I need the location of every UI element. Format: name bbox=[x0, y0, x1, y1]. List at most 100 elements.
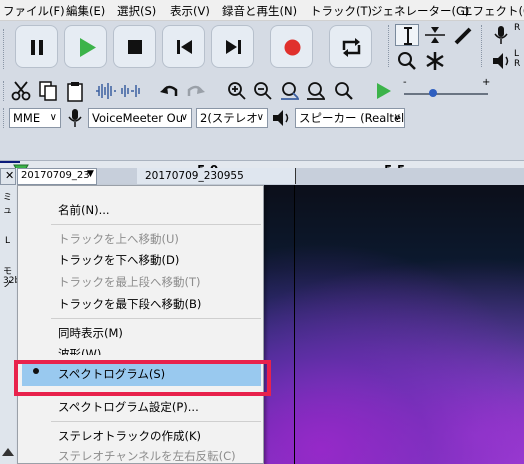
zoom-out-icon bbox=[254, 82, 272, 100]
envelope-icon bbox=[425, 27, 445, 43]
zoom-in-button[interactable] bbox=[226, 80, 248, 102]
menu-item-name[interactable]: 名前(N)... bbox=[58, 202, 110, 218]
meter-label-r: R bbox=[514, 23, 521, 33]
menu-effect[interactable]: エフェクト(C) bbox=[461, 3, 524, 19]
menu-separator bbox=[51, 224, 261, 225]
skip-to-end-button[interactable] bbox=[211, 25, 254, 68]
pan-left-label: L bbox=[5, 236, 11, 246]
track-context-menu: 名前(N)... トラックを上へ移動(U) トラックを下へ移動(D) トラックを… bbox=[17, 185, 264, 464]
play-at-speed-icon bbox=[377, 83, 391, 99]
silence-button[interactable] bbox=[120, 80, 142, 102]
zoom-toggle-button[interactable] bbox=[333, 80, 355, 102]
menu-item-move-up: トラックを上へ移動(U) bbox=[58, 232, 179, 246]
ruler-marker bbox=[0, 161, 20, 163]
record-meter-toggle[interactable] bbox=[490, 24, 512, 46]
trim-button[interactable] bbox=[94, 80, 116, 102]
menu-item-spectrogram-settings[interactable]: スペクトログラム設定(P)... bbox=[58, 399, 199, 415]
edit-grip bbox=[3, 81, 8, 101]
zoom-fit-icon bbox=[307, 82, 325, 100]
menu-item-waveform[interactable]: 波形(W) bbox=[58, 346, 101, 355]
close-track-button[interactable]: ✕ bbox=[0, 168, 16, 185]
copy-button[interactable] bbox=[37, 80, 59, 102]
menu-item-move-bottom[interactable]: トラックを最下段へ移動(B) bbox=[58, 296, 201, 312]
menu-item-move-down[interactable]: トラックを下へ移動(D) bbox=[58, 252, 179, 268]
tools-grip bbox=[388, 25, 393, 67]
menu-item-swap-channels: ステレオチャンネルを左右反転(C) bbox=[58, 449, 236, 463]
zoom-selection-icon bbox=[281, 82, 299, 100]
play-icon bbox=[80, 38, 96, 57]
recording-device-select[interactable]: VoiceMeeter Ou ∨ bbox=[88, 108, 192, 128]
cut-button[interactable] bbox=[10, 80, 32, 102]
menu-generate[interactable]: ジェネレーター(G) bbox=[371, 3, 469, 19]
paste-button[interactable] bbox=[64, 80, 86, 102]
undo-button[interactable] bbox=[158, 80, 180, 102]
menu-gutter bbox=[18, 186, 48, 463]
i-beam-icon bbox=[404, 27, 412, 45]
menu-item-multi-view[interactable]: 同時表示(M) bbox=[58, 325, 123, 341]
zoom-tool[interactable] bbox=[395, 50, 419, 72]
draw-tool[interactable] bbox=[451, 24, 475, 46]
menu-tracks[interactable]: トラック(T) bbox=[310, 3, 372, 19]
close-icon: ✕ bbox=[5, 169, 15, 182]
play-button[interactable] bbox=[64, 25, 107, 68]
track-name-menu-button[interactable]: 20170709_23 ▼ bbox=[17, 168, 97, 185]
trim-audio-icon bbox=[96, 83, 116, 99]
recording-channels-value: 2(ステレオ bbox=[200, 111, 258, 125]
record-button[interactable] bbox=[270, 25, 313, 68]
silence-audio-icon bbox=[121, 85, 140, 97]
zoom-toggle-icon bbox=[335, 82, 353, 100]
selection-tool[interactable] bbox=[395, 24, 419, 46]
play-at-speed-button[interactable] bbox=[372, 80, 394, 102]
loop-button[interactable] bbox=[329, 25, 372, 68]
playback-meter-toggle[interactable] bbox=[490, 50, 512, 72]
menu-select[interactable]: 選択(S) bbox=[117, 3, 156, 19]
pencil-icon bbox=[454, 27, 472, 45]
speaker-device-icon bbox=[270, 107, 292, 129]
playback-speed-slider[interactable]: - + bbox=[400, 77, 492, 104]
stop-icon bbox=[128, 40, 142, 54]
meter-label-r2: R bbox=[514, 59, 521, 69]
collapse-icon[interactable] bbox=[2, 448, 14, 456]
chevron-down-icon: ∨ bbox=[180, 112, 188, 123]
playback-device-select[interactable]: スピーカー (Realtel ∨ bbox=[295, 108, 405, 128]
toolbar-area: R L R - + MME ∨ VoiceMeeter Ou ∨ 2(ステレオ … bbox=[0, 21, 524, 160]
speaker-icon bbox=[273, 110, 289, 126]
pause-button[interactable] bbox=[15, 25, 58, 68]
menu-view[interactable]: 表示(V) bbox=[170, 3, 210, 19]
dropdown-arrow-icon: ▼ bbox=[87, 169, 94, 179]
track-control-panel: ミュ L モノ 32b bbox=[0, 168, 20, 464]
envelope-tool[interactable] bbox=[423, 24, 447, 46]
slider-max-label: + bbox=[482, 77, 491, 88]
recording-device-value: VoiceMeeter Ou bbox=[92, 111, 183, 125]
fit-selection-button[interactable] bbox=[279, 80, 301, 102]
playback-device-value: スピーカー (Realtel bbox=[299, 111, 405, 125]
recording-channels-select[interactable]: 2(ステレオ ∨ bbox=[196, 108, 268, 128]
slider-thumb[interactable] bbox=[429, 89, 438, 97]
cursor-line bbox=[294, 185, 295, 464]
scissors-icon bbox=[11, 81, 31, 101]
microphone-icon bbox=[68, 109, 82, 127]
audio-host-select[interactable]: MME ∨ bbox=[9, 108, 61, 128]
highlight-annotation-frame bbox=[14, 360, 271, 396]
fit-project-button[interactable] bbox=[305, 80, 327, 102]
magnifier-icon bbox=[398, 52, 416, 70]
menu-transport[interactable]: 録音と再生(N) bbox=[222, 3, 297, 19]
copy-icon bbox=[39, 81, 57, 101]
redo-button[interactable] bbox=[185, 80, 207, 102]
menu-edit[interactable]: 編集(E) bbox=[66, 3, 105, 19]
stop-button[interactable] bbox=[113, 25, 156, 68]
clip-header[interactable]: 20170709_230955 bbox=[137, 168, 295, 184]
zoom-out-button[interactable] bbox=[252, 80, 274, 102]
zoom-in-icon bbox=[228, 82, 246, 100]
pause-icon bbox=[31, 40, 43, 55]
menu-file[interactable]: ファイル(F) bbox=[3, 3, 65, 19]
multi-tool[interactable] bbox=[423, 50, 447, 72]
menu-item-make-stereo[interactable]: ステレオトラックの作成(K) bbox=[58, 428, 201, 444]
menu-bar: ファイル(F) 編集(E) 選択(S) 表示(V) 録音と再生(N) トラック(… bbox=[0, 0, 524, 21]
skip-to-start-button[interactable] bbox=[162, 25, 205, 68]
menu-item-move-top: トラックを最上段へ移動(T) bbox=[58, 275, 201, 289]
meter-label-l: L bbox=[514, 49, 520, 59]
undo-icon bbox=[160, 85, 178, 96]
chevron-down-icon: ∨ bbox=[393, 112, 401, 123]
toolbar-grip[interactable] bbox=[3, 29, 8, 69]
